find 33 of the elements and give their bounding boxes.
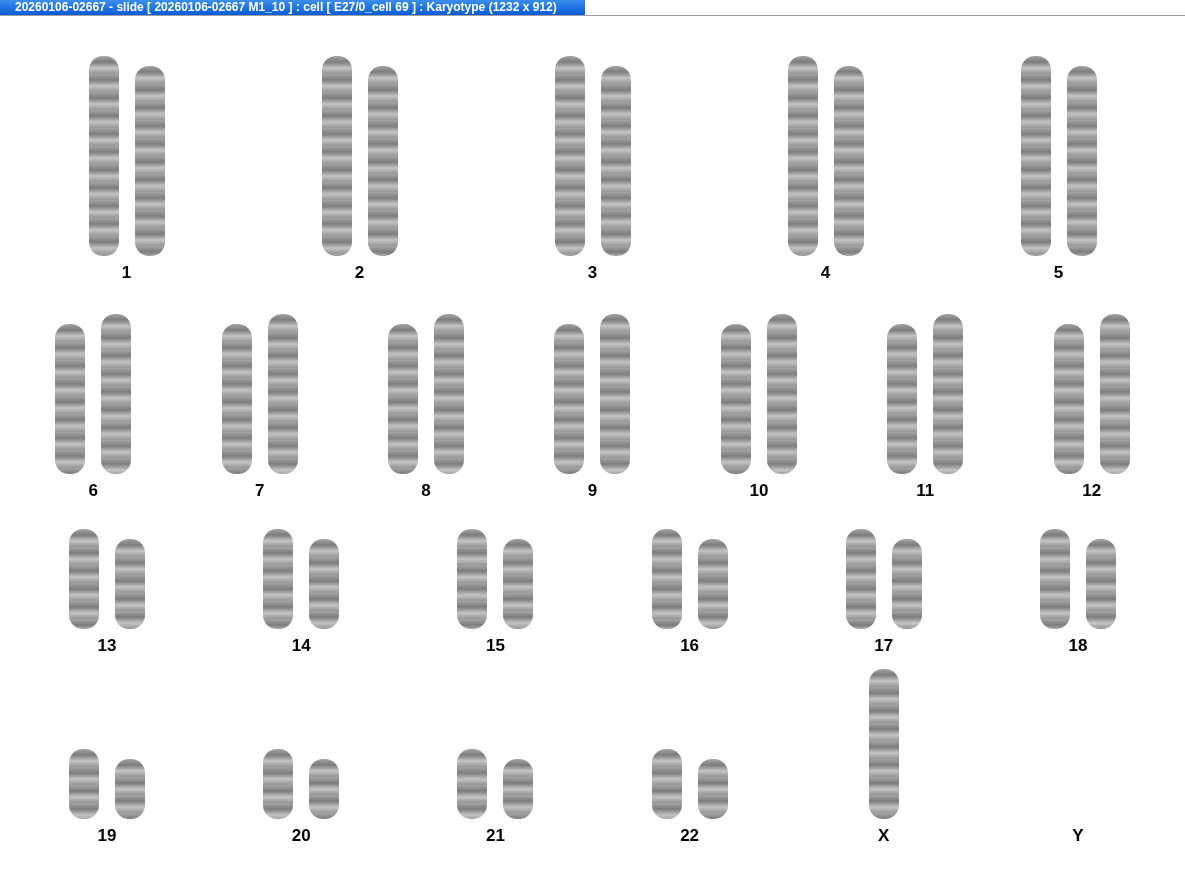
chromosome-number: Y — [1072, 827, 1084, 844]
window-title: 20260106-02667 - slide [ 20260106-02667 M1_10 ] : cell [ E27/0_cell 69 ] : Karyotype (1232 x 912) — [0, 0, 585, 15]
chromosome-number: 7 — [254, 482, 265, 499]
chromosome-number: X — [878, 827, 890, 844]
chromosome-number: 6 — [88, 482, 98, 499]
chromosome-number: 19 — [97, 827, 117, 844]
chromosome — [309, 759, 340, 819]
chromosome-number: 15 — [485, 637, 505, 654]
chromosome-number: 2 — [354, 264, 365, 281]
chromosome-number: 20 — [291, 827, 311, 844]
chromosome-number: 13 — [97, 637, 117, 654]
chromosome-number: 8 — [421, 482, 431, 499]
chromosome — [115, 759, 146, 819]
chromosome-number: 14 — [291, 637, 311, 654]
chromosome-number: 21 — [485, 827, 505, 844]
chromosome — [651, 749, 682, 819]
chromosome-number: 1 — [121, 264, 132, 281]
chromosome-number: 3 — [587, 264, 598, 281]
chromosome-number: 18 — [1068, 637, 1088, 654]
chromosome — [697, 759, 728, 819]
chromosome-number: 4 — [820, 264, 831, 281]
chromosome — [263, 749, 294, 819]
chromosome-number: 9 — [587, 482, 598, 499]
chromosome — [457, 749, 488, 819]
chromosome-number: 17 — [874, 637, 894, 654]
chromosome-number: 10 — [749, 482, 769, 499]
chromosome-number: 16 — [680, 637, 700, 654]
chromosome-number: 5 — [1053, 264, 1064, 281]
chromosome — [69, 749, 100, 819]
chromosome-number: 12 — [1082, 482, 1102, 499]
chromosome-number: 11 — [916, 482, 935, 499]
chromosome — [503, 759, 534, 819]
chromosome-number: 22 — [680, 827, 700, 844]
